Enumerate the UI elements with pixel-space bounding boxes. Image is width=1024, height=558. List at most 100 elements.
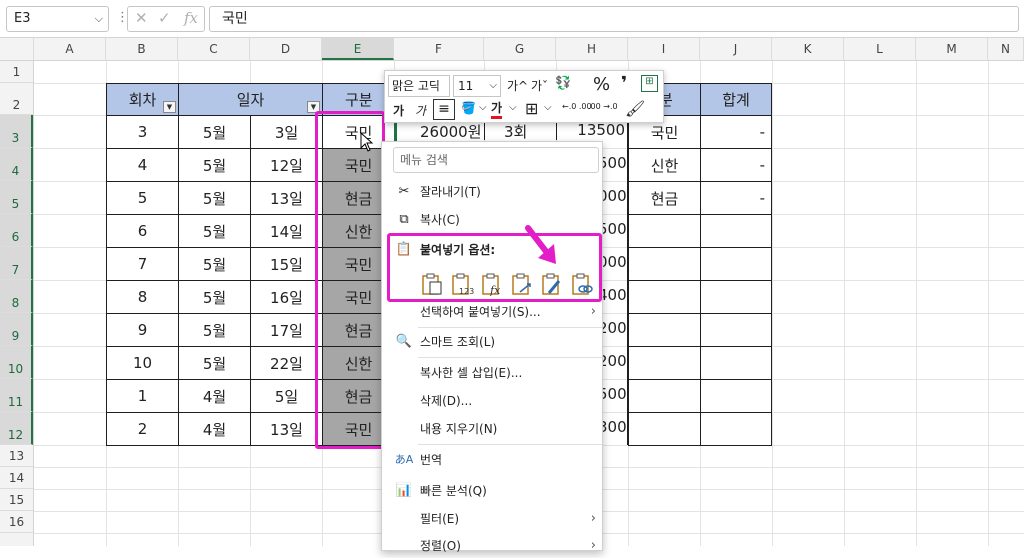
decrease-decimal-button[interactable]: .00 →.0	[588, 102, 618, 111]
cell-type-2[interactable]	[628, 346, 701, 380]
row-header-15[interactable]: 15	[0, 489, 33, 511]
comma-style-button[interactable]: ❜	[621, 73, 627, 94]
row-header-12[interactable]: 12	[0, 412, 33, 445]
cell-day[interactable]: 13일	[250, 181, 323, 215]
filter-dropdown-icon[interactable]: ▼	[163, 101, 176, 113]
cell-day[interactable]: 13일	[250, 412, 323, 446]
cell-round[interactable]: 3	[106, 115, 179, 149]
column-header-h[interactable]: H	[556, 38, 628, 60]
menu-item-insert-copied[interactable]: 복사한 셀 삽입(E)...	[382, 361, 602, 385]
menu-item-cut[interactable]: ✂ 잘라내기(T)	[382, 180, 602, 204]
column-header-c[interactable]: C	[178, 38, 250, 60]
italic-button[interactable]: 가	[415, 102, 426, 119]
currency-format-icon[interactable]: 💱	[555, 76, 571, 91]
menu-item-filter[interactable]: 필터(E) ›	[382, 507, 602, 531]
cell-month[interactable]: 5월	[178, 313, 251, 347]
cell-total[interactable]	[700, 247, 772, 281]
row-header-9[interactable]: 9	[0, 313, 33, 346]
shrink-font-button[interactable]: 가ˇ	[531, 77, 548, 94]
cell-g3[interactable]: 3회	[504, 121, 527, 142]
select-all-corner[interactable]	[0, 38, 34, 60]
cell-total[interactable]: -	[700, 181, 772, 215]
cell-day[interactable]: 16일	[250, 280, 323, 314]
cell-month[interactable]: 5월	[178, 214, 251, 248]
cell-round[interactable]: 8	[106, 280, 179, 314]
row-header-8[interactable]: 8	[0, 280, 33, 313]
menu-item-paste-special[interactable]: 선택하여 붙여넣기(S)... ›	[382, 300, 602, 324]
cell-round[interactable]: 2	[106, 412, 179, 446]
cell-round[interactable]: 1	[106, 379, 179, 413]
percent-button[interactable]: %	[593, 74, 610, 95]
cell-round[interactable]: 4	[106, 148, 179, 182]
row-header-5[interactable]: 5	[0, 181, 33, 214]
bold-button[interactable]: 가	[393, 102, 404, 119]
cell-total[interactable]	[700, 379, 772, 413]
cell-type-2[interactable]	[628, 379, 701, 413]
cell-total[interactable]	[700, 280, 772, 314]
cell-total[interactable]	[700, 214, 772, 248]
font-name-select[interactable]: 맑은 고딕	[388, 75, 450, 97]
menu-item-translate[interactable]: あA 번역	[382, 448, 602, 472]
row-header-13[interactable]: 13	[0, 445, 33, 467]
cell-month[interactable]: 5월	[178, 247, 251, 281]
chevron-down-icon[interactable]: ⌵	[544, 102, 552, 113]
formula-input[interactable]: 국민	[209, 6, 1019, 32]
cell-month[interactable]: 5월	[178, 346, 251, 380]
column-header-a[interactable]: A	[34, 38, 106, 60]
borders-icon[interactable]: ⊞	[525, 99, 538, 118]
cell-h3[interactable]: 13500	[557, 121, 627, 139]
column-header-j[interactable]: J	[700, 38, 772, 60]
font-color-button[interactable]: 가	[491, 101, 503, 119]
grow-font-button[interactable]: 가^	[507, 77, 528, 94]
cell-round[interactable]: 6	[106, 214, 179, 248]
column-header-m[interactable]: M	[916, 38, 988, 60]
cell-month[interactable]: 4월	[178, 379, 251, 413]
cell-round[interactable]: 10	[106, 346, 179, 380]
cell-total[interactable]	[700, 313, 772, 347]
cell-round[interactable]: 5	[106, 181, 179, 215]
menu-item-copy[interactable]: ⧉ 복사(C)	[382, 208, 602, 232]
font-size-select[interactable]: 11 ⌵	[453, 75, 501, 97]
menu-item-quick-analysis[interactable]: 📊 빠른 분석(Q)	[382, 479, 602, 503]
column-header-g[interactable]: G	[484, 38, 556, 60]
chevron-down-icon[interactable]: ⌵	[509, 102, 517, 113]
row-header-4[interactable]: 4	[0, 148, 33, 181]
align-center-icon[interactable]: ≡	[433, 99, 455, 120]
format-painter-icon[interactable]: 🖌	[625, 99, 645, 118]
cell-day[interactable]: 5일	[250, 379, 323, 413]
cell-day[interactable]: 15일	[250, 247, 323, 281]
cell-f3[interactable]: 26000원	[420, 121, 482, 142]
column-header-b[interactable]: B	[106, 38, 178, 60]
cell-type-2[interactable]: 현금	[628, 181, 701, 215]
cell-month[interactable]: 5월	[178, 115, 251, 149]
cell-round[interactable]: 9	[106, 313, 179, 347]
column-header-d[interactable]: D	[250, 38, 322, 60]
column-header-l[interactable]: L	[844, 38, 916, 60]
column-header-k[interactable]: K	[772, 38, 844, 60]
row-header-1[interactable]: 1	[0, 61, 33, 83]
cell-type-2[interactable]	[628, 280, 701, 314]
cell-type-2[interactable]	[628, 412, 701, 446]
row-header-14[interactable]: 14	[0, 467, 33, 489]
cell-type-2[interactable]	[628, 313, 701, 347]
cell-month[interactable]: 5월	[178, 181, 251, 215]
chevron-down-icon[interactable]: ⌵	[95, 7, 103, 31]
column-header-f[interactable]: F	[394, 38, 484, 60]
cell-round[interactable]: 7	[106, 247, 179, 281]
cell-day[interactable]: 17일	[250, 313, 323, 347]
column-header-n[interactable]: N	[988, 38, 1024, 60]
cell-day[interactable]: 22일	[250, 346, 323, 380]
row-header-16[interactable]: 16	[0, 511, 33, 533]
row-header-7[interactable]: 7	[0, 247, 33, 280]
menu-search-input[interactable]: 메뉴 검색	[393, 147, 599, 173]
row-header-2[interactable]: 2	[0, 83, 33, 115]
cell-month[interactable]: 4월	[178, 412, 251, 446]
row-header-11[interactable]: 11	[0, 379, 33, 412]
row-header-10[interactable]: 10	[0, 346, 33, 379]
menu-item-smart-lookup[interactable]: 🔍 스마트 조회(L)	[382, 330, 602, 354]
cell-type-2[interactable]	[628, 214, 701, 248]
menu-item-clear[interactable]: 내용 지우기(N)	[382, 417, 602, 441]
cell-day[interactable]: 14일	[250, 214, 323, 248]
menu-item-sort[interactable]: 정렬(O) ›	[382, 534, 602, 558]
merge-center-icon[interactable]: ⊞	[641, 75, 658, 92]
